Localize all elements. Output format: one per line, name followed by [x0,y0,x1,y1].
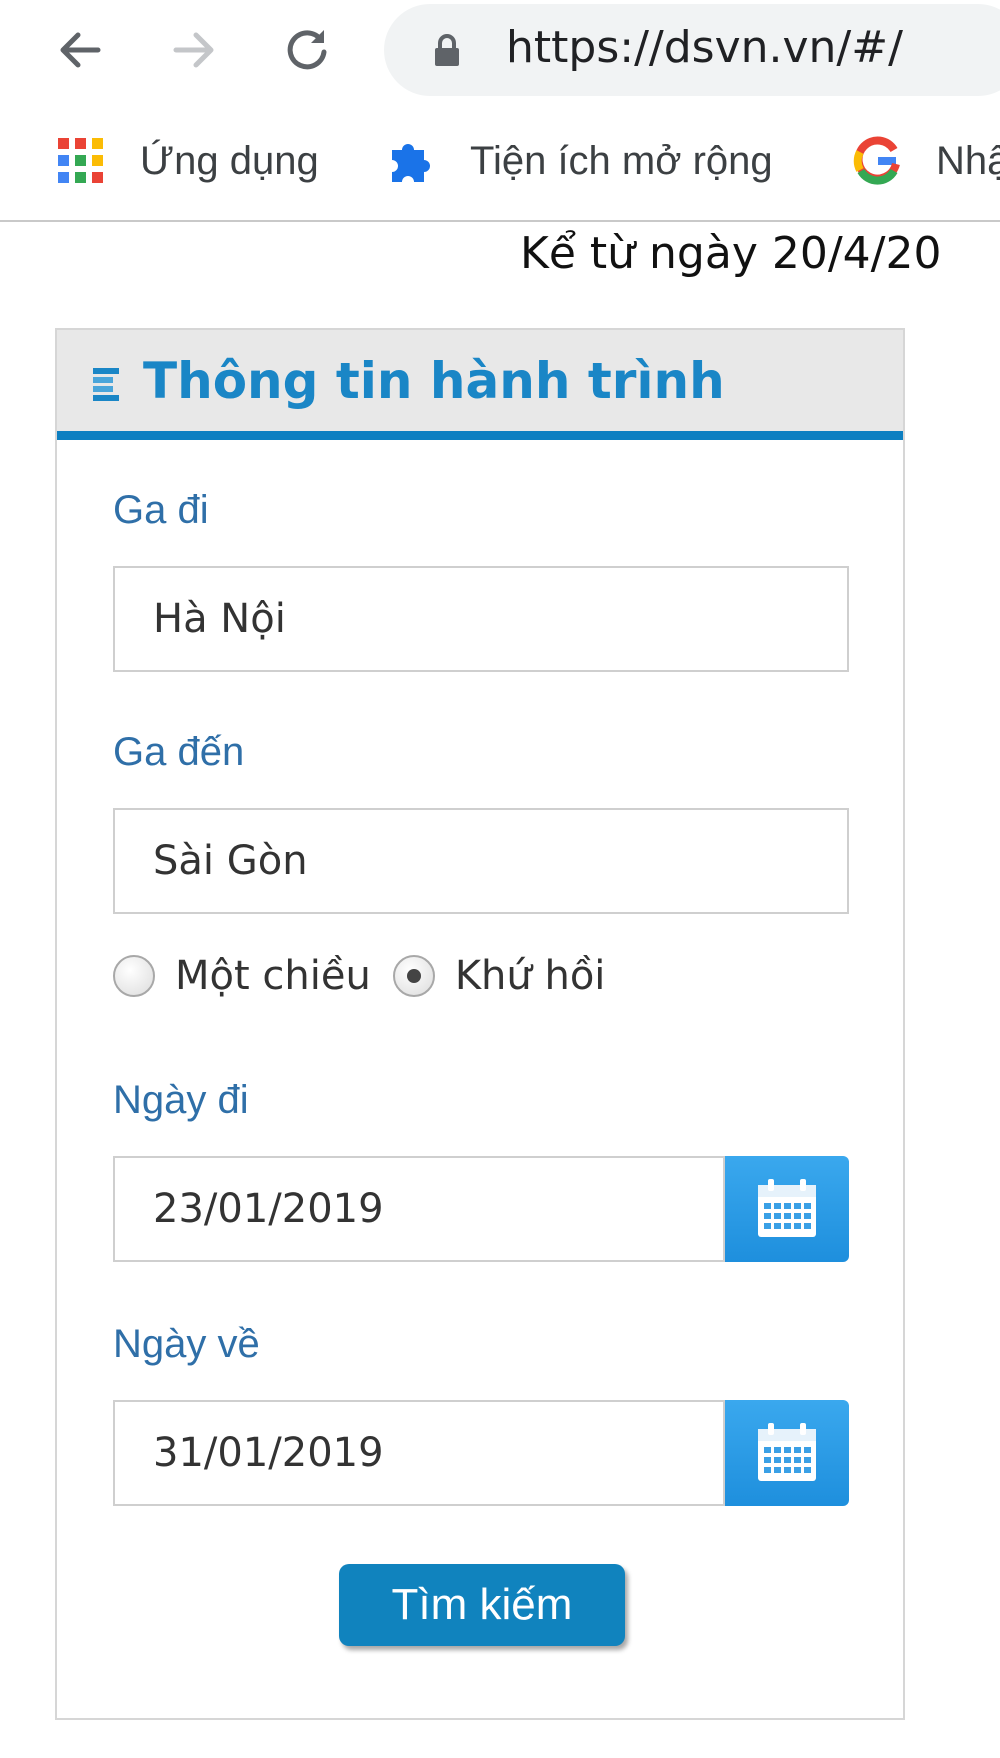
bookmark-google[interactable]: Nhậ [852,136,1000,186]
bookmark-extensions[interactable]: Tiện ích mở rộng [386,136,773,186]
one-way-label[interactable]: Một chiều [175,953,371,999]
bookmark-apps[interactable]: Ứng dụng [56,136,319,186]
reload-button[interactable] [275,18,339,82]
to-station-input[interactable] [113,808,849,914]
url-text[interactable]: https://dsvn.vn/#/ [506,22,903,73]
panel-title: Thông tin hành trình [143,352,725,410]
bookmark-label: Nhậ [936,138,1000,183]
calendar-icon [758,1179,816,1237]
depart-calendar-button[interactable] [725,1156,849,1262]
list-icon [93,368,119,401]
depart-date-input[interactable] [113,1156,725,1262]
bookmark-label: Tiện ích mở rộng [470,138,773,183]
return-calendar-button[interactable] [725,1400,849,1506]
puzzle-extension-icon [392,144,430,182]
notice-text: Kể từ ngày 20/4/20 [520,228,942,279]
depart-date-label: Ngày đi [113,1078,249,1122]
calendar-icon [758,1423,816,1481]
panel-header: Thông tin hành trình [57,330,903,440]
journey-panel: Thông tin hành trình Ga đi Ga đến Một ch… [55,328,905,1720]
return-date-input[interactable] [113,1400,725,1506]
arrow-right-icon [173,32,214,68]
bookmarks-bar: Ứng dụng Tiện ích mở rộng Nhậ [0,100,1000,222]
back-button[interactable] [48,18,112,82]
browser-toolbar: https://dsvn.vn/#/ [0,0,1000,100]
round-trip-label[interactable]: Khứ hồi [455,953,606,999]
from-station-label: Ga đi [113,488,209,532]
address-bar[interactable]: https://dsvn.vn/#/ [384,4,1000,96]
return-date-label: Ngày về [113,1322,260,1366]
arrow-left-icon [60,32,101,68]
to-station-label: Ga đến [113,730,245,774]
from-station-input[interactable] [113,566,849,672]
search-button[interactable]: Tìm kiếm [339,1564,625,1646]
one-way-radio[interactable] [113,955,155,997]
forward-button[interactable] [162,18,226,82]
reload-icon [287,30,327,70]
apps-grid-icon [58,138,103,183]
trip-type-group: Một chiều Khứ hồi [113,950,627,1002]
round-trip-radio[interactable] [392,955,435,997]
google-g-icon [853,136,900,185]
lock-icon [435,34,459,66]
bookmark-label: Ứng dụng [140,138,319,183]
